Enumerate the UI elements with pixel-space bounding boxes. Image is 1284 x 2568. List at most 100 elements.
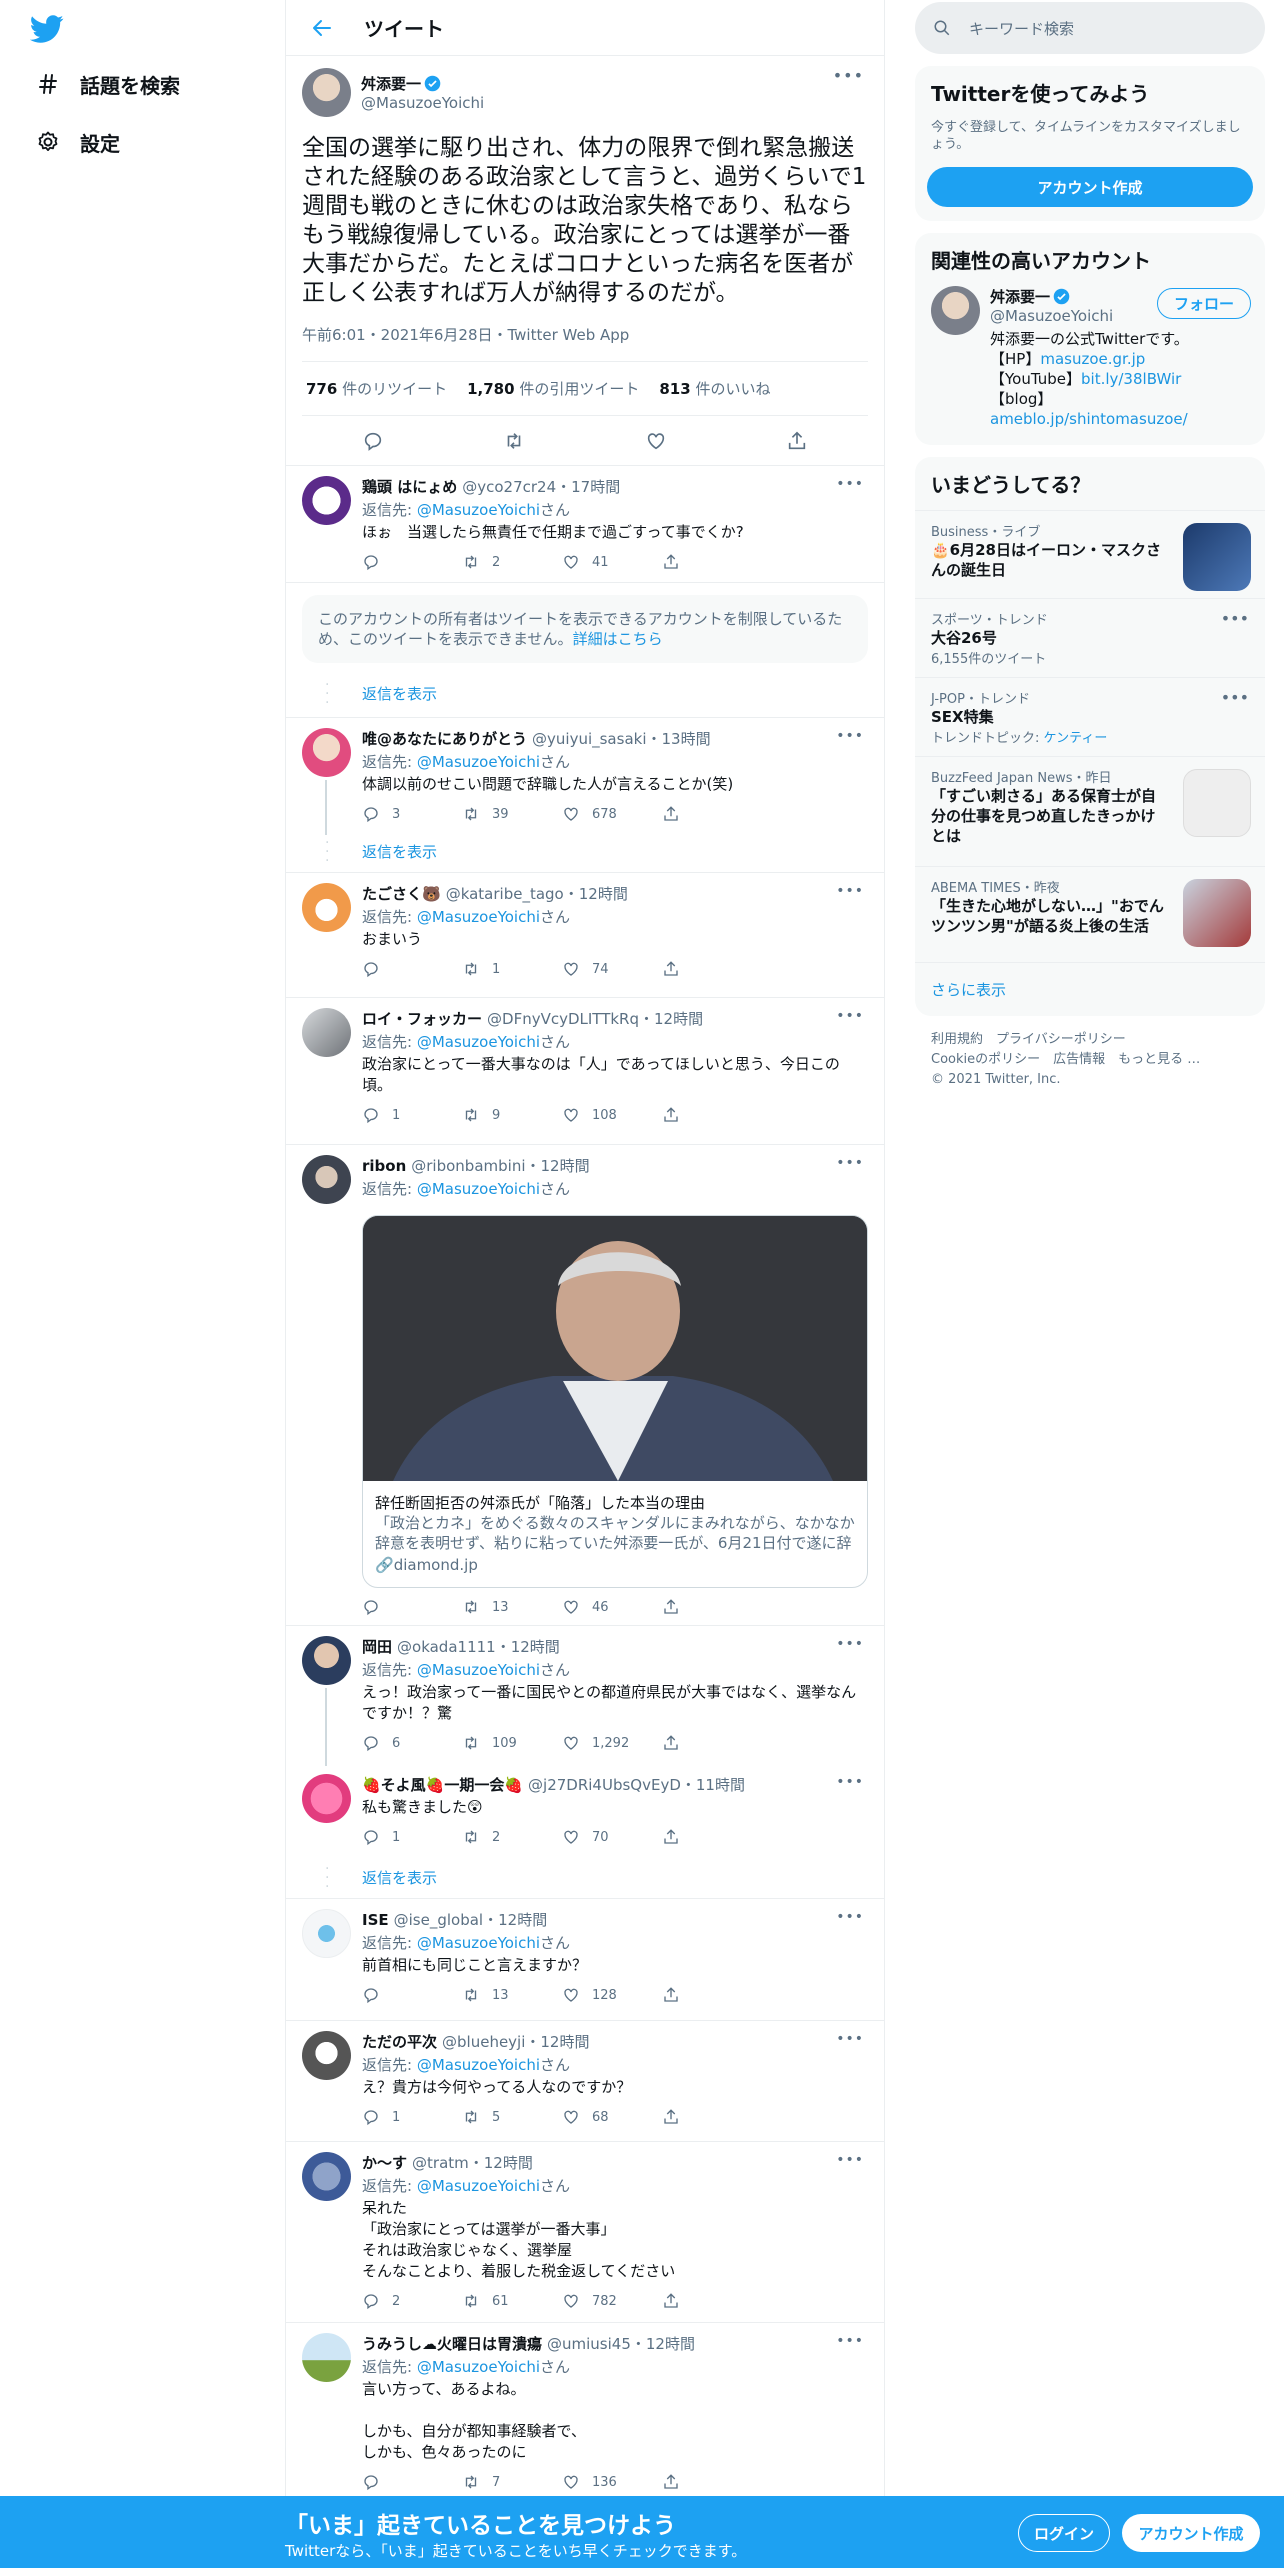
- reply-author-name[interactable]: 岡田: [362, 1636, 392, 1657]
- share-button[interactable]: [662, 1734, 762, 1752]
- twitter-logo-icon[interactable]: [30, 12, 64, 46]
- like-icon[interactable]: [645, 430, 667, 452]
- more-icon[interactable]: •••: [836, 2152, 864, 2168]
- share-icon[interactable]: [786, 430, 808, 452]
- reply-author-name[interactable]: 鶏頭 はにょめ: [362, 476, 457, 497]
- more-icon[interactable]: •••: [836, 1008, 864, 1024]
- reply-time[interactable]: ・11時間: [681, 1774, 745, 1795]
- reply-button[interactable]: 6: [362, 1734, 462, 1752]
- avatar[interactable]: [302, 1155, 351, 1204]
- create-account-button[interactable]: アカウント作成: [927, 167, 1253, 207]
- retweet-button[interactable]: 2: [462, 553, 562, 571]
- reply-button[interactable]: 1: [362, 1106, 462, 1124]
- tweet-timestamp[interactable]: 午前6:01・2021年6月28日・Twitter Web App: [302, 324, 868, 362]
- reply-button[interactable]: [362, 960, 462, 978]
- reply-author-handle[interactable]: @ribonbambini: [411, 1157, 525, 1175]
- reply-button[interactable]: 2: [362, 2292, 462, 2310]
- reply-button[interactable]: 1: [362, 2108, 462, 2126]
- reply-to-link[interactable]: @MasuzoeYoichi: [417, 908, 540, 926]
- footer-line[interactable]: 利用規約 プライバシーポリシー: [931, 1030, 1249, 1050]
- avatar[interactable]: [302, 2333, 351, 2382]
- login-button[interactable]: ログイン: [1018, 2514, 1110, 2552]
- reply-to-link[interactable]: @MasuzoeYoichi: [417, 1661, 540, 1679]
- reply-author-handle[interactable]: @blueheyji: [442, 2033, 525, 2051]
- reply-tweet[interactable]: うみうし☁火曜日は胃潰瘍 @umiusi45 ・12時間 返信先: @Masuzoe…: [286, 2323, 884, 2504]
- reply-author-handle[interactable]: @DFnyVcyDLITTkRq: [487, 1010, 639, 1028]
- back-arrow-icon[interactable]: [310, 16, 334, 40]
- retweet-button[interactable]: 61: [462, 2292, 562, 2310]
- reply-time[interactable]: ・12時間: [469, 2152, 533, 2173]
- avatar[interactable]: [302, 67, 351, 117]
- learn-more-link[interactable]: 詳細はこちら: [573, 630, 663, 648]
- avatar[interactable]: [302, 2152, 351, 2201]
- more-icon[interactable]: •••: [836, 1155, 864, 1171]
- reply-author-name[interactable]: ISE: [362, 1911, 389, 1929]
- avatar[interactable]: [302, 883, 351, 932]
- reply-author-handle[interactable]: @ise_global: [394, 1911, 483, 1929]
- show-more-link[interactable]: さらに表示: [915, 962, 1265, 1016]
- reply-icon[interactable]: [362, 430, 384, 452]
- reply-author-name[interactable]: か～す: [362, 2152, 407, 2173]
- author-name[interactable]: 舛添要一: [361, 73, 421, 94]
- reply-to-link[interactable]: @MasuzoeYoichi: [417, 1033, 540, 1051]
- reply-author-handle[interactable]: @tratm: [412, 2154, 469, 2172]
- show-replies-link[interactable]: · · · 返信を表示: [286, 1859, 884, 1899]
- like-count[interactable]: 813 件のいいね: [659, 378, 770, 399]
- reply-tweet[interactable]: 唯@あなたにありがとう @yuiyui_sasaki ・13時間 返信先: @Mas…: [286, 718, 884, 835]
- show-replies-link[interactable]: · · · 返信を表示: [286, 675, 884, 715]
- reply-button[interactable]: [362, 553, 462, 571]
- reply-to-link[interactable]: @MasuzoeYoichi: [417, 2358, 540, 2376]
- reply-author-name[interactable]: ribon: [362, 1157, 406, 1175]
- reply-time[interactable]: ・12時間: [496, 1636, 560, 1657]
- reply-time[interactable]: ・12時間: [483, 1909, 547, 1930]
- reply-author-handle[interactable]: @yuiyui_sasaki: [532, 730, 646, 748]
- reply-time[interactable]: ・12時間: [564, 883, 628, 904]
- bio-link-blog[interactable]: ameblo.jp/shintomasuzoe/: [990, 410, 1188, 428]
- trend-item[interactable]: J-POP・トレンド SEX特集 トレンドトピック: ケンティー •••: [915, 677, 1265, 756]
- avatar[interactable]: [302, 1636, 351, 1685]
- like-button[interactable]: 1,292: [562, 1734, 662, 1752]
- show-replies-link[interactable]: · · · 返信を表示: [286, 833, 884, 873]
- reply-time[interactable]: ・12時間: [525, 2031, 589, 2052]
- reply-tweet[interactable]: か～す @tratm ・12時間 返信先: @MasuzoeYoichiさん 呆れた…: [286, 2142, 884, 2323]
- reply-button[interactable]: 3: [362, 805, 462, 823]
- more-icon[interactable]: •••: [836, 1774, 864, 1790]
- like-button[interactable]: 68: [562, 2108, 662, 2126]
- like-button[interactable]: 108: [562, 1106, 662, 1124]
- reply-tweet[interactable]: 岡田 @okada1111 ・12時間 返信先: @MasuzoeYoichiさん …: [286, 1626, 884, 1766]
- trend-item[interactable]: スポーツ・トレンド 大谷26号 6,155件のツイート •••: [915, 598, 1265, 677]
- more-icon[interactable]: •••: [836, 476, 864, 492]
- reply-tweet[interactable]: 🍓そよ風🍓一期一会🍓 @j27DRi4UbsQvEyD ・11時間 私も驚きました😲…: [286, 1764, 884, 1859]
- reply-tweet[interactable]: たごさく🐻 @kataribe_tago ・12時間 返信先: @MasuzoeYo…: [286, 873, 884, 998]
- reply-author-handle[interactable]: @yco27cr24: [462, 478, 556, 496]
- reply-time[interactable]: ・12時間: [639, 1008, 703, 1029]
- reply-to-link[interactable]: @MasuzoeYoichi: [417, 2177, 540, 2195]
- more-icon[interactable]: •••: [1221, 688, 1249, 707]
- bio-link-youtube[interactable]: bit.ly/38lBWir: [1081, 370, 1181, 388]
- related-account[interactable]: 舛添要一 @MasuzoeYoichi 舛添要一の公式Twitterです。 【H…: [915, 286, 1265, 445]
- trend-item[interactable]: BuzzFeed Japan News・昨日 「すごい刺さる」ある保育士が自分の…: [915, 756, 1265, 866]
- retweet-button[interactable]: 1: [462, 960, 562, 978]
- related-name[interactable]: 舛添要一: [990, 286, 1050, 307]
- reply-author-name[interactable]: ただの平次: [362, 2031, 437, 2052]
- avatar[interactable]: [302, 1008, 351, 1057]
- retweet-button[interactable]: 2: [462, 1828, 562, 1846]
- share-button[interactable]: [662, 553, 762, 571]
- like-button[interactable]: 782: [562, 2292, 662, 2310]
- reply-author-name[interactable]: うみうし☁火曜日は胃潰瘍: [362, 2333, 542, 2354]
- reply-to-link[interactable]: @MasuzoeYoichi: [417, 1180, 540, 1198]
- reply-author-name[interactable]: 🍓そよ風🍓一期一会🍓: [362, 1774, 523, 1795]
- trend-item[interactable]: ABEMA TIMES・昨夜 「生きた心地がしない…」"おでんツンツン男"が語る…: [915, 866, 1265, 962]
- reply-author-name[interactable]: ロイ・フォッカー: [362, 1008, 482, 1029]
- reply-author-name[interactable]: たごさく🐻: [362, 883, 441, 904]
- share-button[interactable]: [662, 2292, 762, 2310]
- like-button[interactable]: 70: [562, 1828, 662, 1846]
- share-button[interactable]: [662, 1106, 762, 1124]
- reply-tweet[interactable]: ribon @ribonbambini ・12時間 返信先: @MasuzoeYoi…: [286, 1145, 884, 1626]
- more-icon[interactable]: •••: [836, 2333, 864, 2349]
- share-button[interactable]: [662, 2473, 762, 2491]
- reply-author-handle[interactable]: @okada1111: [397, 1638, 496, 1656]
- reply-time[interactable]: ・17時間: [556, 476, 620, 497]
- trend-topic-link[interactable]: ケンティー: [1044, 731, 1108, 746]
- like-button[interactable]: 41: [562, 553, 662, 571]
